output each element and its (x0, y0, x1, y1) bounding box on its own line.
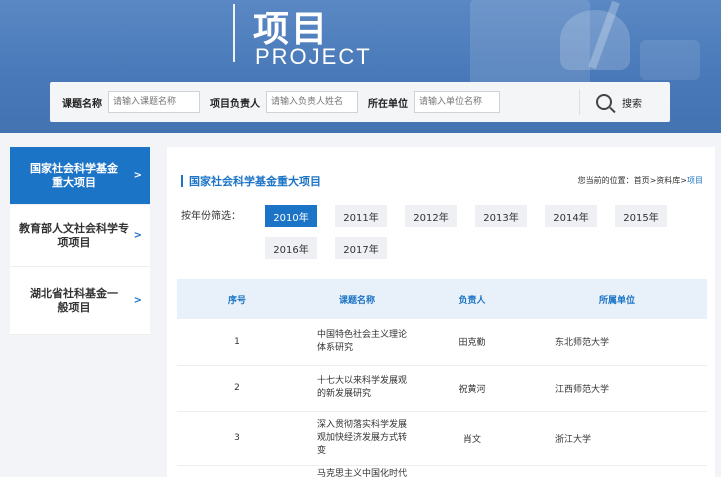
breadcrumb-path[interactable]: 您当前的位置：首页>资料库> (578, 176, 687, 185)
cell-number: 3 (177, 411, 297, 466)
year-option-2012[interactable]: 2012年 (405, 205, 457, 227)
cell-unit: 江西师范大学 (527, 365, 707, 412)
unit-label: 所在单位 (368, 98, 408, 110)
project-table: 序号 课题名称 负责人 所属单位 1 中国特色社会主义理论体系研究 田克勤 东北… (177, 279, 707, 477)
table-row[interactable]: 马克思主义中国化时代 (177, 465, 707, 477)
column-header-number: 序号 (177, 279, 297, 319)
search-bar: 课题名称 项目负责人 所在单位 搜索 (50, 82, 670, 122)
table-row[interactable]: 3 深入贯彻落实科学发展观加快经济发展方式转变 肖文 浙江大学 (177, 411, 707, 466)
section-heading: 国家社会科学基金重大项目 (181, 173, 321, 189)
cell-unit: 浙江大学 (527, 411, 707, 466)
cell-name[interactable]: 马克思主义中国化时代 (297, 465, 417, 477)
cell-unit: 东北师范大学 (527, 319, 707, 366)
cell-leader (417, 465, 527, 477)
leader-label: 项目负责人 (210, 98, 260, 110)
book-decoration (640, 40, 700, 80)
column-header-leader: 负责人 (417, 279, 527, 319)
year-option-2011[interactable]: 2011年 (335, 205, 387, 227)
main-panel: 国家社会科学基金重大项目 您当前的位置：首页>资料库>项目 按年份筛选： 201… (167, 147, 715, 477)
header-banner: 项目 PROJECT 课题名称 项目负责人 所在单位 搜索 (0, 0, 721, 133)
sidebar-item-label: 教育部人文社会科学专项项目 (19, 221, 129, 249)
year-filter-label: 按年份筛选： (181, 211, 241, 222)
sidebar: 国家社会科学基金重大项目 > 教育部人文社会科学专项项目 > 湖北省社科基金一般… (10, 147, 150, 335)
leader-input[interactable] (266, 91, 358, 113)
sidebar-item-hubei-general[interactable]: 湖北省社科基金一般项目 > (10, 267, 150, 335)
breadcrumb: 您当前的位置：首页>资料库>项目 (578, 175, 703, 186)
unit-input[interactable] (414, 91, 500, 113)
sidebar-item-education-ministry[interactable]: 教育部人文社会科学专项项目 > (10, 205, 150, 267)
section-title: 国家社会科学基金重大项目 (189, 175, 321, 188)
cell-name[interactable]: 中国特色社会主义理论体系研究 (297, 319, 417, 366)
year-option-2013[interactable]: 2013年 (475, 205, 527, 227)
cell-leader: 祝黄河 (417, 365, 527, 412)
cell-number: 2 (177, 365, 297, 412)
column-header-unit: 所属单位 (527, 279, 707, 319)
year-option-2016[interactable]: 2016年 (265, 237, 317, 259)
heading-accent-bar (181, 175, 183, 187)
cell-leader: 田克勤 (417, 319, 527, 366)
year-filter: 2010年 2011年 2012年 2013年 2014年 2015年 2016… (265, 205, 705, 259)
year-option-2017[interactable]: 2017年 (335, 237, 387, 259)
topic-label: 课题名称 (62, 98, 102, 110)
column-header-name: 课题名称 (297, 279, 417, 319)
cell-number: 1 (177, 319, 297, 366)
search-button-label: 搜索 (622, 98, 642, 110)
sidebar-item-label: 湖北省社科基金一般项目 (30, 286, 118, 314)
cell-leader: 肖文 (417, 411, 527, 466)
cell-name[interactable]: 十七大以来科学发展观的新发展研究 (297, 365, 417, 412)
page-subtitle: PROJECT (255, 44, 372, 69)
title-divider (233, 4, 235, 62)
cell-name[interactable]: 深入贯彻落实科学发展观加快经济发展方式转变 (297, 411, 417, 466)
cell-unit (527, 465, 707, 477)
search-button[interactable]: 搜索 (579, 89, 658, 115)
chevron-right-icon: > (133, 294, 142, 306)
search-icon (596, 94, 612, 110)
table-header-row: 序号 课题名称 负责人 所属单位 (177, 279, 707, 319)
sidebar-item-label: 国家社会科学基金重大项目 (30, 161, 118, 189)
sidebar-item-national-major[interactable]: 国家社会科学基金重大项目 > (10, 147, 150, 205)
chevron-right-icon: > (133, 229, 142, 241)
cell-number (177, 465, 297, 477)
topic-input[interactable] (108, 91, 200, 113)
year-option-2015[interactable]: 2015年 (615, 205, 667, 227)
table-row[interactable]: 1 中国特色社会主义理论体系研究 田克勤 东北师范大学 (177, 319, 707, 366)
chevron-right-icon: > (133, 169, 142, 181)
breadcrumb-current: 项目 (687, 176, 703, 185)
table-row[interactable]: 2 十七大以来科学发展观的新发展研究 祝黄河 江西师范大学 (177, 365, 707, 412)
year-option-2014[interactable]: 2014年 (545, 205, 597, 227)
year-option-2010[interactable]: 2010年 (265, 205, 317, 227)
